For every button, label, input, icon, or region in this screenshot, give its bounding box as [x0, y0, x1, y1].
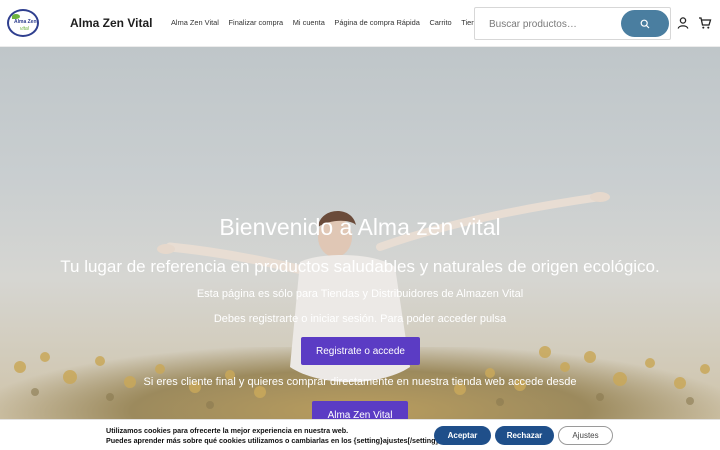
nav-item-carrito[interactable]: Carrito — [429, 18, 451, 27]
hero-text-stores: Esta página es sólo para Tiendas y Distr… — [196, 288, 524, 300]
shop-link-button[interactable]: Alma Zen Vital — [312, 401, 408, 420]
logo-text-top: Alma Zen — [14, 19, 37, 25]
search-input[interactable] — [489, 17, 619, 31]
hero-title: Bienvenido a Alma zen vital — [219, 214, 501, 240]
user-icon[interactable] — [676, 16, 690, 30]
cookie-message: Utilizamos cookies para ofrecerte la mej… — [106, 426, 440, 446]
register-login-button[interactable]: Registrate o accede — [301, 337, 420, 365]
cookie-banner: Utilizamos cookies para ofrecerte la mej… — [0, 419, 720, 450]
hero-subtitle: Tu lugar de referencia en productos salu… — [60, 257, 660, 276]
cookie-settings-button[interactable]: Ajustes — [558, 426, 613, 445]
hero-text-register: Debes registrarte o iniciar sesión. Para… — [213, 313, 507, 325]
cookie-message-line-2: Puedes aprender más sobre qué cookies ut… — [106, 436, 440, 445]
cookie-accept-button[interactable]: Aceptar — [434, 426, 491, 445]
nav-item-compra-rapida[interactable]: Página de compra Rápida — [334, 18, 419, 27]
nav-item-mi-cuenta[interactable]: Mi cuenta — [293, 18, 325, 27]
cart-icon[interactable] — [698, 16, 712, 30]
search-box — [474, 7, 671, 40]
site-logo[interactable]: Alma Zen vital — [7, 9, 39, 37]
search-button[interactable] — [621, 10, 669, 37]
hero-banner: Bienvenido a Alma zen vital Tu lugar de … — [0, 47, 720, 420]
nav-item-alma-zen-vital[interactable]: Alma Zen Vital — [171, 18, 219, 27]
site-title[interactable]: Alma Zen Vital — [70, 16, 152, 30]
main-nav: Alma Zen Vital Finalizar compra Mi cuent… — [171, 18, 493, 27]
nav-item-finalizar-compra[interactable]: Finalizar compra — [229, 18, 284, 27]
hero-text-final-customer: Si eres cliente final y quieres comprar … — [143, 376, 577, 388]
cookie-message-line-1: Utilizamos cookies para ofrecerte la mej… — [106, 426, 349, 435]
search-icon — [640, 19, 650, 28]
site-header: Alma Zen vital Alma Zen Vital Alma Zen V… — [0, 0, 720, 47]
logo-text-bottom: vital — [20, 26, 29, 32]
cookie-reject-button[interactable]: Rechazar — [495, 426, 554, 445]
